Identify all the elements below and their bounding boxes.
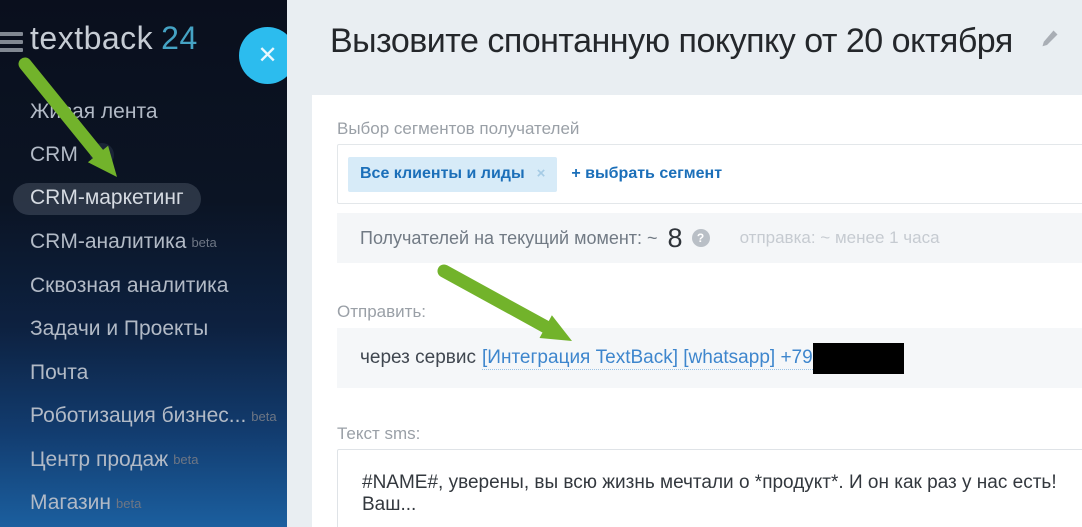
sidebar-item-label: Роботизация бизнес...: [30, 404, 247, 428]
recipients-count: 8: [667, 222, 683, 253]
menu-icon[interactable]: [0, 32, 23, 56]
sms-label: Текст sms:: [337, 424, 421, 443]
campaign-title-text: Вызовите спонтанную покупку от 20 октябр…: [330, 22, 1013, 60]
sidebar-item-label: Задачи и Проекты: [30, 317, 209, 341]
help-icon[interactable]: ?: [691, 229, 710, 247]
sidebar-item-label: CRM-аналитика: [30, 230, 187, 254]
logo-number: 24: [161, 20, 198, 56]
sidebar-item-live-feed[interactable]: Живая лента: [0, 90, 287, 134]
edit-icon[interactable]: [1040, 29, 1059, 48]
beta-badge: beta: [116, 495, 142, 511]
segments-label: Выбор сегментов получателей: [337, 119, 580, 138]
sending-estimate: отправка: ~ менее 1 часа: [739, 228, 940, 247]
recipients-label: Получателей на текущий момент: ~: [360, 227, 658, 248]
campaign-card: Выбор сегментов получателей Все клиенты …: [312, 95, 1082, 527]
sidebar-item-label: Магазин: [30, 491, 112, 515]
recipients-band: Получателей на текущий момент: ~ 8 ? отп…: [337, 213, 1082, 263]
beta-badge: beta: [173, 452, 199, 468]
logo[interactable]: textback 24: [30, 20, 198, 57]
screen: textback 24 ✕ Живая лента CRM CRM-маркетинг…: [0, 0, 1082, 527]
sidebar-item-label: CRM-маркетинг: [13, 182, 201, 215]
beta-badge: beta: [191, 234, 217, 250]
logo-text: textback: [30, 20, 154, 56]
sidebar-menu: Живая лента CRM CRM-маркетинг CRM-аналитика…: [0, 90, 287, 525]
add-segment-link[interactable]: + выбрать сегмент: [571, 165, 722, 183]
sidebar-item-crm-analytics[interactable]: CRM-аналитика beta: [0, 221, 287, 265]
crm-counter-bubble: [89, 143, 114, 168]
segment-tag[interactable]: Все клиенты и лиды ×: [348, 156, 558, 192]
service-box: через сервис [Интеграция TextBack] [what…: [337, 328, 1082, 388]
sidebar-item-mail[interactable]: Почта: [0, 351, 287, 395]
sidebar-item-crm[interactable]: CRM: [0, 134, 287, 178]
sidebar-item-business-automation[interactable]: Роботизация бизнес... beta: [0, 395, 287, 439]
segment-tag-label: Все клиенты и лиды: [360, 164, 525, 182]
service-prefix: через сервис: [360, 347, 477, 368]
page-title: Вызовите спонтанную покупку от 20 октябр…: [330, 22, 1059, 61]
redacted-phone: [812, 342, 904, 374]
sidebar-item-crm-marketing[interactable]: CRM-маркетинг: [0, 177, 287, 221]
sidebar-item-label: Живая лента: [30, 99, 158, 123]
sms-text: #NAME#, уверены, вы всю жизнь мечтали о …: [362, 472, 1057, 515]
sidebar-item-store[interactable]: Магазин beta: [0, 482, 287, 526]
sidebar-close-button[interactable]: ✕: [239, 27, 287, 84]
close-icon: ✕: [257, 42, 278, 69]
segments-box: Все клиенты и лиды × + выбрать сегмент: [337, 144, 1082, 204]
sidebar-item-label: Почта: [30, 360, 89, 384]
sidebar-item-label: Сквозная аналитика: [30, 273, 229, 297]
sidebar-item-label: CRM: [30, 143, 78, 167]
sidebar-item-label: Центр продаж: [30, 447, 169, 471]
sms-textarea[interactable]: #NAME#, уверены, вы всю жизнь мечтали о …: [337, 449, 1082, 527]
sidebar-item-end-to-end-analytics[interactable]: Сквозная аналитика: [0, 264, 287, 308]
beta-badge: beta: [251, 408, 277, 424]
sidebar-item-tasks-projects[interactable]: Задачи и Проекты: [0, 308, 287, 352]
main-area: Вызовите спонтанную покупку от 20 октябр…: [287, 0, 1082, 527]
remove-tag-icon[interactable]: ×: [537, 165, 546, 182]
send-via-label: Отправить:: [337, 302, 427, 321]
sidebar: textback 24 ✕ Живая лента CRM CRM-маркетинг…: [0, 0, 287, 527]
service-link[interactable]: [Интеграция TextBack] [whatsapp] +79: [482, 347, 813, 370]
sidebar-item-sales-center[interactable]: Центр продаж beta: [0, 438, 287, 482]
